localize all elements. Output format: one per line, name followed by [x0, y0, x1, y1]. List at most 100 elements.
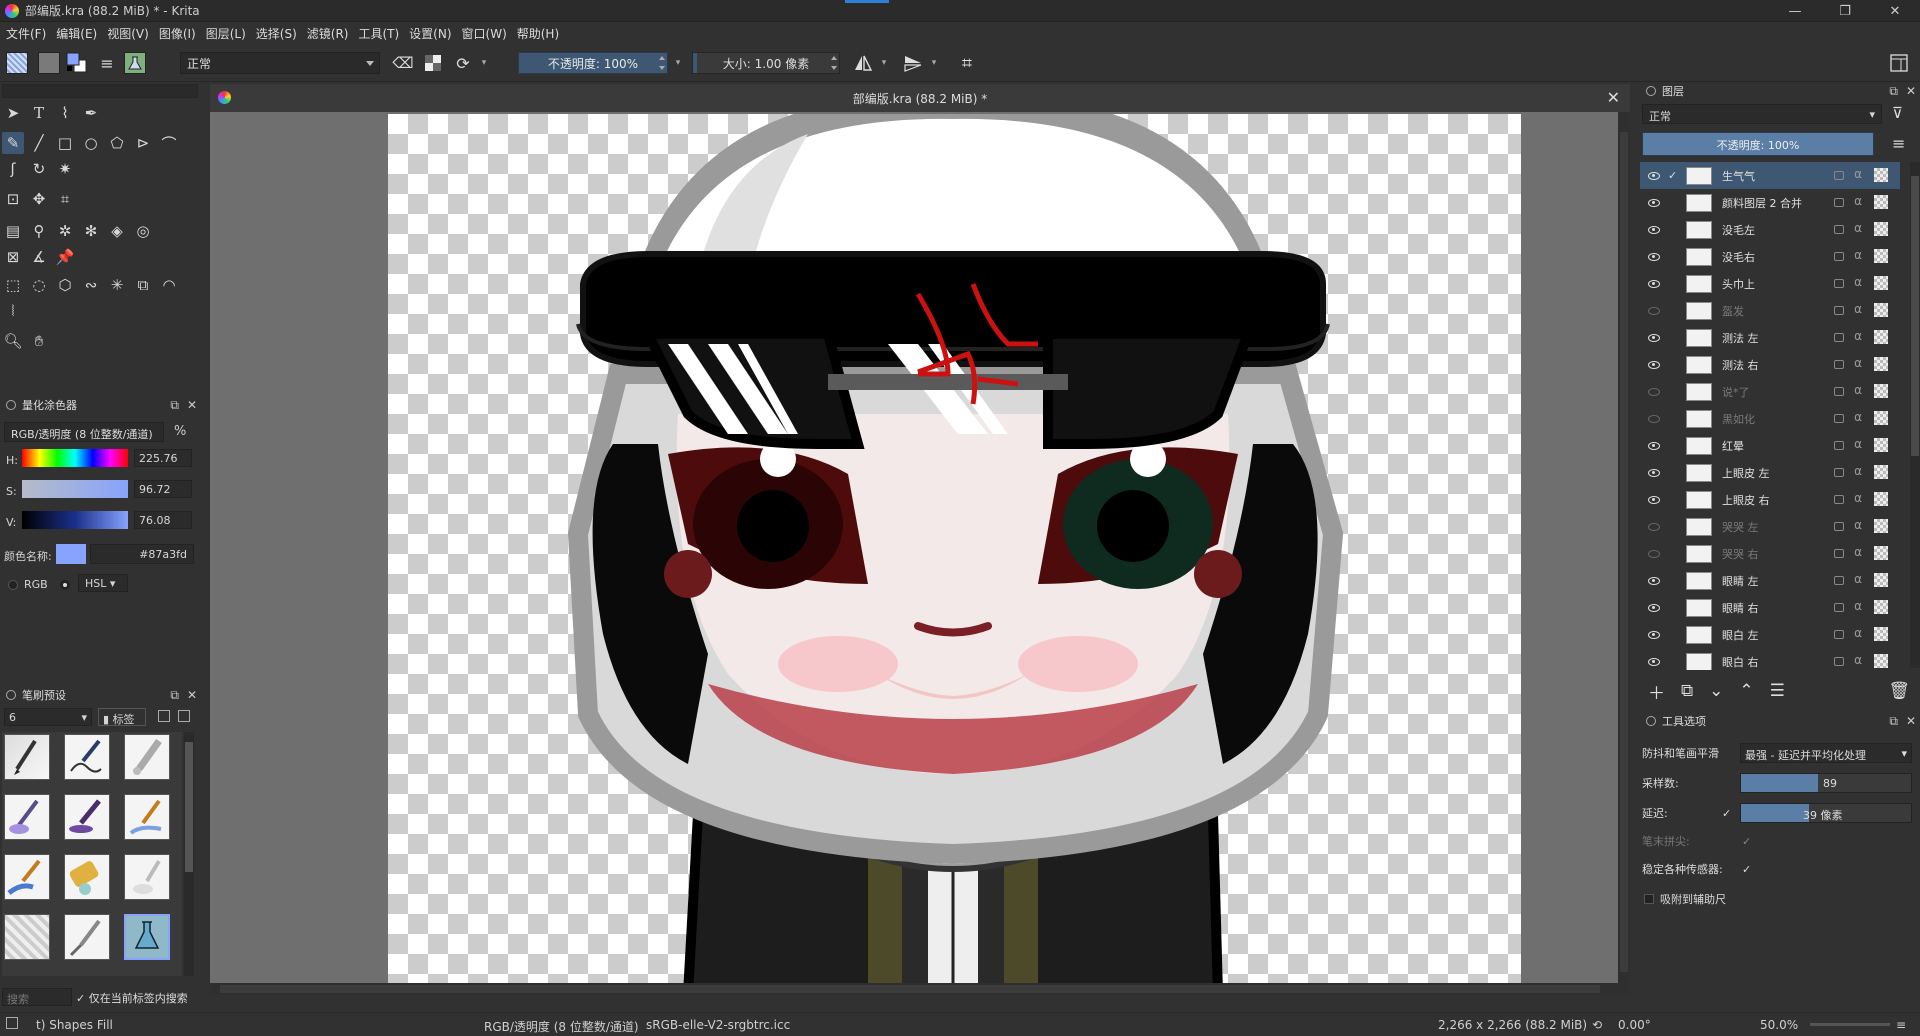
inherit-alpha-icon[interactable]	[1874, 357, 1888, 371]
contiguous-select-icon[interactable]: ✳	[106, 274, 128, 296]
hue-input[interactable]: 225.76	[134, 449, 192, 467]
transform-tool-icon[interactable]: ⊡	[2, 188, 24, 210]
alpha-lock-icon[interactable]: α	[1854, 302, 1862, 316]
brush-preset-smudge[interactable]	[124, 854, 170, 900]
mirror-vertical-icon[interactable]	[902, 52, 924, 74]
brush-grid-scrollbar[interactable]	[184, 732, 194, 976]
layer-lock-icon[interactable]	[1834, 441, 1844, 450]
layer-select-checkbox[interactable]	[1668, 413, 1680, 425]
text-tool-icon[interactable]: T	[28, 102, 50, 124]
menu-tools[interactable]: 工具(T)	[358, 25, 399, 42]
layer-lock-icon[interactable]	[1834, 549, 1844, 558]
visibility-eye-icon[interactable]	[1648, 225, 1660, 234]
pattern-selector-icon[interactable]	[38, 52, 60, 74]
layer-row[interactable]: ✓ 生气气 α	[1640, 162, 1900, 189]
status-menu-icon[interactable]: ≡	[1896, 1018, 1906, 1032]
inherit-alpha-icon[interactable]	[1874, 303, 1888, 317]
stabilize-checkbox[interactable]: ✓	[1742, 863, 1751, 876]
ellipse-select-icon[interactable]: ◌	[28, 274, 50, 296]
color-picker-icon[interactable]: ⚲	[28, 220, 50, 242]
alpha-lock-icon[interactable]: α	[1854, 356, 1862, 370]
visibility-eye-icon[interactable]	[1648, 603, 1660, 612]
drawing-canvas[interactable]	[388, 114, 1521, 994]
brush-settings-icon[interactable]: ≡	[96, 52, 118, 74]
layer-select-checkbox[interactable]	[1668, 629, 1680, 641]
inherit-alpha-icon[interactable]	[1874, 546, 1888, 560]
canvas-horizontal-scrollbar[interactable]	[210, 983, 1618, 995]
brush-preset-icon[interactable]	[124, 52, 146, 74]
magnetic-select-icon[interactable]: ⦚	[2, 300, 24, 322]
polygon-select-icon[interactable]: ⬡	[54, 274, 76, 296]
bezier-select-icon[interactable]: ◠	[158, 274, 180, 296]
layer-lock-icon[interactable]	[1834, 333, 1844, 342]
layer-select-checkbox[interactable]	[1668, 575, 1680, 587]
duplicate-layer-icon[interactable]: ⧉	[1681, 681, 1693, 701]
layer-lock-icon[interactable]	[1834, 252, 1844, 261]
select-shapes-icon[interactable]: ➤	[2, 102, 24, 124]
close-dock-icon[interactable]: ✕	[1906, 714, 1916, 729]
layer-row[interactable]: 哭哭 右 α	[1640, 540, 1900, 567]
alpha-lock-icon[interactable]: α	[1854, 248, 1862, 262]
status-rotation[interactable]: 0.00°	[1618, 1018, 1651, 1032]
brush-preset-texture[interactable]	[64, 854, 110, 900]
inherit-alpha-icon[interactable]	[1874, 222, 1888, 236]
alpha-lock-icon[interactable]	[422, 52, 444, 74]
alpha-lock-icon[interactable]: α	[1854, 410, 1862, 424]
layer-select-checkbox[interactable]	[1668, 467, 1680, 479]
menu-edit[interactable]: 编辑(E)	[56, 25, 97, 42]
layer-select-checkbox[interactable]	[1668, 305, 1680, 317]
smoothing-select[interactable]: 最强 - 延迟并平均化处理 ▾	[1740, 743, 1912, 763]
layer-lock-icon[interactable]	[1834, 576, 1844, 585]
layer-properties-icon[interactable]: ☰	[1770, 681, 1785, 701]
snap-checkbox[interactable]	[1644, 894, 1654, 904]
layer-row[interactable]: 眼白 左 α	[1640, 621, 1900, 648]
zoom-slider[interactable]	[1810, 1023, 1890, 1026]
layer-lock-icon[interactable]	[1834, 414, 1844, 423]
menu-help[interactable]: 帮助(H)	[517, 25, 559, 42]
crop-tool-icon[interactable]: ⌗	[54, 188, 76, 210]
inherit-alpha-icon[interactable]	[1874, 492, 1888, 506]
layer-options-icon[interactable]: ≡	[1892, 134, 1912, 154]
reload-dropdown-icon[interactable]: ▾	[478, 52, 490, 74]
visibility-eye-icon[interactable]	[1648, 252, 1660, 261]
line-tool-icon[interactable]: ╱	[28, 132, 50, 154]
alpha-lock-icon[interactable]: α	[1854, 437, 1862, 451]
brush-search-input[interactable]: 搜索	[2, 988, 72, 1006]
visibility-eye-icon[interactable]	[1648, 576, 1660, 585]
layer-filter-icon[interactable]: ⊽	[1892, 104, 1912, 124]
float-icon[interactable]: ⧉	[1889, 714, 1898, 729]
hue-slider[interactable]	[22, 449, 128, 467]
brush-preset-palette-knife[interactable]	[64, 914, 110, 960]
alpha-lock-icon[interactable]: α	[1854, 491, 1862, 505]
rotation-icon[interactable]: ⟲	[1592, 1018, 1602, 1032]
layer-row[interactable]: 眼白 右 α	[1640, 648, 1900, 670]
multibrush-icon[interactable]: ✷	[54, 158, 76, 180]
menu-view[interactable]: 视图(V)	[107, 25, 149, 42]
layer-lock-icon[interactable]	[1834, 360, 1844, 369]
ellipse-tool-icon[interactable]: ○	[80, 132, 102, 154]
finish-checkbox[interactable]: ✓	[1742, 835, 1751, 848]
visibility-eye-icon[interactable]	[1648, 171, 1660, 180]
layer-row[interactable]: 颜料图层 2 合并 α	[1640, 189, 1900, 216]
visibility-eye-icon[interactable]	[1648, 279, 1660, 288]
workspace-icon[interactable]	[1888, 52, 1910, 74]
wrap-around-icon[interactable]: ⌗	[956, 52, 978, 74]
menu-settings[interactable]: 设置(N)	[409, 25, 451, 42]
percent-toggle[interactable]: %	[174, 424, 186, 439]
rgb-radio[interactable]	[8, 580, 18, 590]
layer-select-checkbox[interactable]	[1668, 494, 1680, 506]
calligraphy-icon[interactable]: ✒	[80, 102, 102, 124]
layer-blend-select[interactable]: 正常 ▾	[1642, 104, 1882, 124]
document-tab[interactable]: 部编版.kra (88.2 MiB) * ✕	[210, 84, 1630, 112]
float-icon[interactable]: ⧉	[170, 688, 179, 703]
visibility-eye-icon[interactable]	[1648, 441, 1660, 450]
brush-preset-pixel[interactable]	[4, 914, 50, 960]
minimize-button[interactable]: —	[1772, 0, 1818, 22]
menu-window[interactable]: 窗口(W)	[462, 25, 507, 42]
brush-preset-selected-flask[interactable]	[124, 914, 170, 960]
layer-lock-icon[interactable]	[1834, 630, 1844, 639]
dock-lock-icon[interactable]	[6, 690, 16, 700]
dock-lock-icon[interactable]	[6, 400, 16, 410]
inherit-alpha-icon[interactable]	[1874, 600, 1888, 614]
layer-select-checkbox[interactable]	[1668, 278, 1680, 290]
